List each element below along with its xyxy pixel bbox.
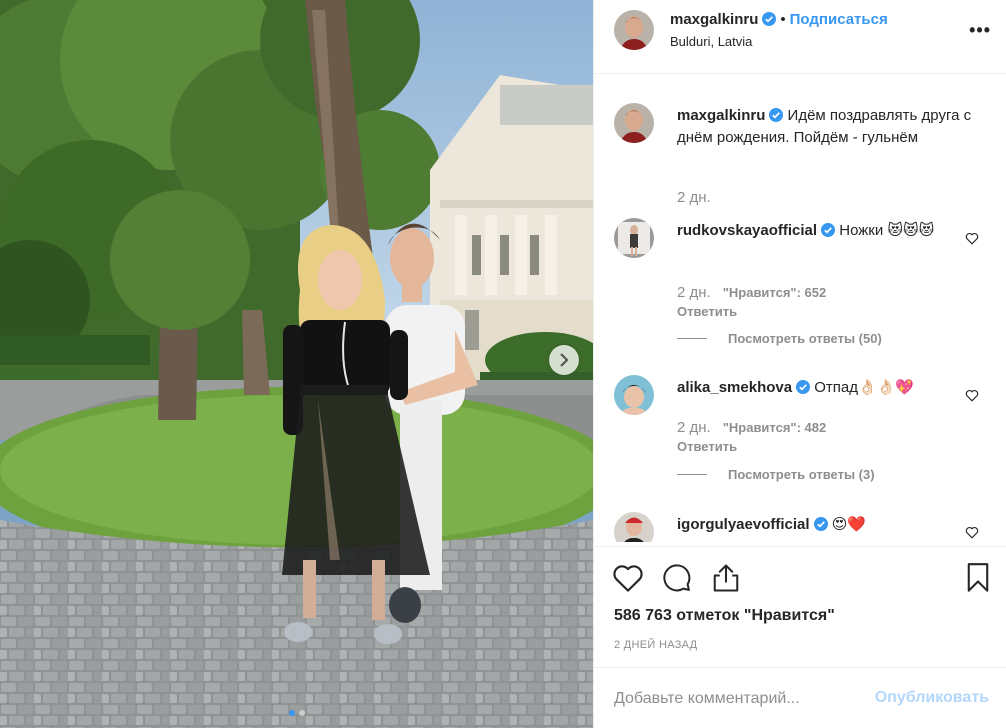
post-like-count[interactable]: 586 763 отметок "Нравится" — [614, 607, 835, 625]
caption-avatar[interactable] — [614, 103, 654, 143]
commenter-username[interactable]: igorgulyaevofficial — [677, 516, 810, 533]
author-avatar[interactable] — [614, 10, 654, 50]
avatar-image — [614, 10, 654, 50]
comment-like-count[interactable]: "Нравится": 482 — [723, 420, 827, 435]
reply-button[interactable]: Ответить — [677, 439, 737, 454]
more-options-button[interactable]: ••• — [969, 20, 991, 41]
post-actions: 586 763 отметок "Нравится" 2 ДНЕЙ НАЗАД — [594, 546, 1006, 666]
comment-time[interactable]: 2 дн. — [677, 419, 711, 436]
divider-line — [677, 474, 707, 475]
avatar-image — [614, 375, 654, 415]
post-photo[interactable] — [0, 0, 593, 728]
view-replies-label: Посмотреть ответы (50) — [728, 331, 882, 346]
comment-like-heart-icon[interactable] — [965, 526, 979, 539]
post-date[interactable]: 2 ДНЕЙ НАЗАД — [614, 639, 697, 651]
verified-badge-icon — [769, 108, 784, 122]
bookmark-icon[interactable] — [966, 563, 990, 593]
comment-like-heart-icon[interactable] — [965, 232, 979, 245]
avatar-image — [614, 218, 654, 258]
verified-badge-icon — [821, 223, 836, 237]
verified-badge-icon — [762, 12, 777, 26]
divider-line — [677, 338, 707, 339]
follow-button[interactable]: Подписаться — [790, 11, 888, 28]
commenter-avatar[interactable] — [614, 512, 654, 542]
carousel-dot — [288, 710, 295, 716]
add-comment-bar: Опубликовать — [594, 667, 1006, 728]
view-replies-button[interactable]: Посмотреть ответы (3) — [677, 467, 875, 482]
post-header: maxgalkinru • Подписаться Bulduri, Latvia … — [594, 0, 1006, 74]
comment-text: Ножки 😻😻😻 — [839, 222, 935, 239]
comments-list[interactable]: maxgalkinru Идём поздравлять друга с днё… — [594, 75, 1006, 542]
verified-badge-icon — [796, 380, 811, 394]
comment-text: 😍❤️ — [831, 516, 867, 533]
avatar-image — [614, 103, 654, 143]
view-replies-button[interactable]: Посмотреть ответы (50) — [677, 331, 882, 346]
photo-scene — [0, 0, 593, 728]
commenter-username[interactable]: alika_smekhova — [677, 379, 792, 396]
comment-bubble-icon[interactable] — [662, 563, 692, 593]
comment-input[interactable] — [614, 686, 864, 712]
carousel-dot — [298, 710, 305, 716]
share-icon[interactable] — [711, 563, 741, 593]
comment-like-count[interactable]: "Нравится": 652 — [723, 285, 827, 300]
verified-badge-icon — [813, 517, 828, 531]
carousel-indicator — [0, 710, 593, 716]
commenter-avatar[interactable] — [614, 218, 654, 258]
post-location[interactable]: Bulduri, Latvia — [670, 34, 752, 49]
post-side-panel: maxgalkinru • Подписаться Bulduri, Latvia … — [593, 0, 1006, 728]
author-username[interactable]: maxgalkinru — [670, 11, 758, 28]
avatar-image — [614, 512, 654, 542]
commenter-username[interactable]: rudkovskayaofficial — [677, 222, 817, 239]
comment-text: Отпад👌🏻👌🏻💖 — [814, 379, 915, 396]
comment-like-heart-icon[interactable] — [965, 389, 979, 402]
chevron-right-icon — [560, 353, 569, 367]
separator-dot: • — [780, 11, 786, 28]
view-replies-label: Посмотреть ответы (3) — [728, 467, 875, 482]
next-slide-button[interactable] — [549, 345, 579, 375]
comment-time[interactable]: 2 дн. — [677, 284, 711, 301]
like-heart-icon[interactable] — [612, 563, 644, 593]
caption-time[interactable]: 2 дн. — [677, 189, 711, 206]
commenter-avatar[interactable] — [614, 375, 654, 415]
publish-button[interactable]: Опубликовать — [875, 689, 989, 707]
reply-button[interactable]: Ответить — [677, 304, 737, 319]
caption-username[interactable]: maxgalkinru — [677, 107, 765, 124]
